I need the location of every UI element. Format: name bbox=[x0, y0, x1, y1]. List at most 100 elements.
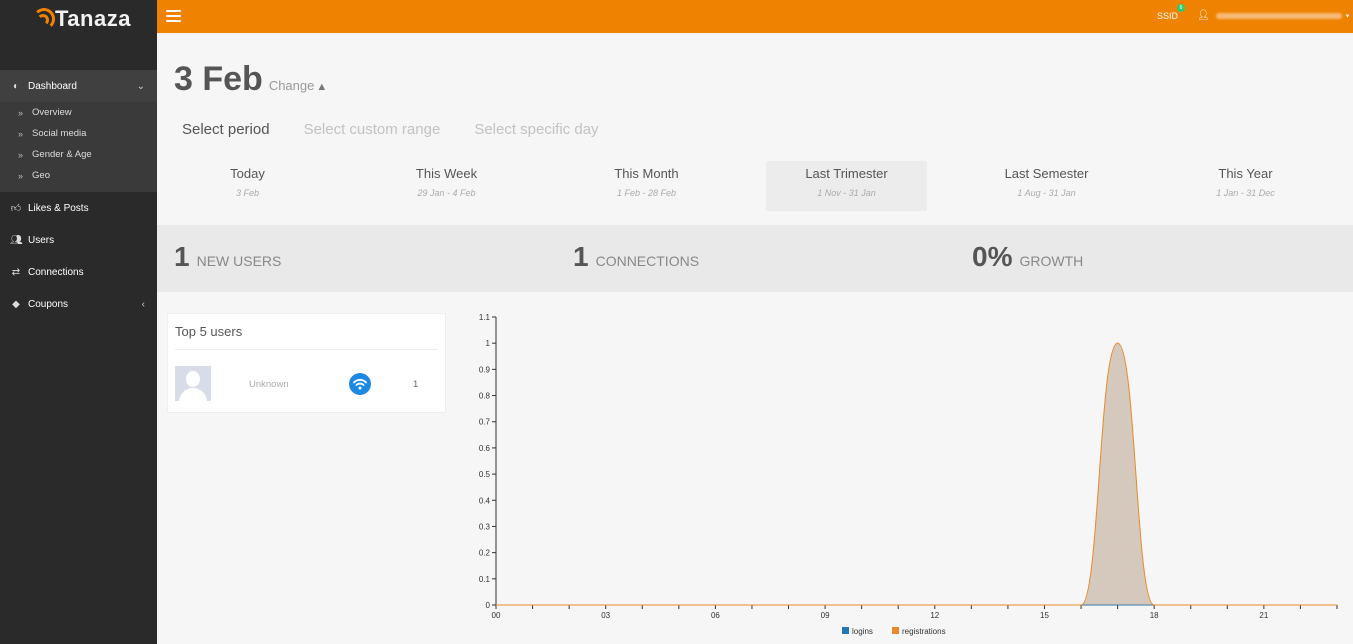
stat-label: Connections bbox=[595, 253, 700, 269]
exchange-icon: ⇄ bbox=[11, 266, 21, 278]
x-tick-label: 12 bbox=[930, 611, 939, 620]
range-label: Last Trimester bbox=[805, 166, 888, 181]
sidebar-item-label: Likes & Posts bbox=[28, 202, 89, 214]
user-email-redacted bbox=[1215, 12, 1342, 19]
y-tick-label: 1.1 bbox=[479, 313, 491, 322]
sidebar-item-connections[interactable]: ⇄ Connections bbox=[0, 256, 157, 288]
range-label: This Week bbox=[415, 166, 478, 181]
legend-swatch-logins bbox=[842, 627, 849, 634]
y-tick-label: 0.1 bbox=[479, 575, 491, 584]
range-this-month[interactable]: This Month 1 Feb - 28 Feb bbox=[566, 161, 727, 211]
range-label: Last Semester bbox=[1004, 166, 1089, 181]
range-this-week[interactable]: This Week 29 Jan - 4 Feb bbox=[366, 161, 527, 211]
avatar bbox=[175, 366, 211, 401]
range-dates: 29 Jan - 4 Feb bbox=[417, 188, 476, 198]
ssid-badge: 6 bbox=[1177, 4, 1185, 12]
stat-label: New users bbox=[196, 253, 282, 269]
y-tick-label: 1 bbox=[486, 339, 491, 348]
y-tick-label: 0.9 bbox=[479, 365, 491, 374]
sidebar-subitem-gender-age[interactable]: » Gender & Age bbox=[0, 144, 157, 165]
sidebar-subitem-label: Overview bbox=[32, 107, 72, 118]
y-tick-label: 0.6 bbox=[479, 444, 491, 453]
sidebar-item-label: Connections bbox=[28, 266, 84, 278]
chevron-up-icon: ▲ bbox=[316, 81, 328, 93]
period-options: Today 3 Feb This Week 29 Jan - 4 Feb Thi… bbox=[167, 161, 1347, 211]
stat-value: 1 bbox=[174, 241, 190, 272]
sidebar-item-coupons[interactable]: ◆ Coupons ‹ bbox=[0, 288, 157, 320]
range-dates: 1 Feb - 28 Feb bbox=[616, 188, 677, 198]
period-tabs: Select period Select custom range Select… bbox=[182, 121, 633, 138]
stat-new-users: 1 New users bbox=[174, 241, 281, 273]
series-area-registrations bbox=[496, 343, 1337, 605]
ssid-selector[interactable]: SSID bbox=[1157, 11, 1178, 21]
x-tick-label: 18 bbox=[1150, 611, 1159, 620]
sidebar-item-users[interactable]: 👥︎ Users bbox=[0, 224, 157, 256]
range-dates: 1 Nov - 31 Jan bbox=[817, 188, 876, 198]
x-tick-label: 03 bbox=[601, 611, 610, 620]
sidebar-subitem-label: Geo bbox=[32, 170, 50, 181]
chevron-down-icon: ⌄ bbox=[136, 80, 145, 92]
table-row[interactable]: Unknown 1 bbox=[175, 366, 440, 401]
y-tick-label: 0.5 bbox=[479, 470, 491, 479]
y-tick-label: 0.4 bbox=[479, 496, 491, 505]
sidebar-item-likes-posts[interactable]: 👍︎ Likes & Posts bbox=[0, 192, 157, 224]
stat-growth: 0% Growth bbox=[972, 241, 1083, 273]
range-label: This Year bbox=[1218, 166, 1273, 181]
user-name: Unknown bbox=[249, 379, 289, 390]
legend-label-logins: logins bbox=[852, 627, 873, 636]
divider bbox=[175, 349, 438, 350]
dashboard-submenu: » Overview » Social media » Gender & Age » G… bbox=[0, 102, 157, 192]
sidebar-subitem-geo[interactable]: » Geo bbox=[0, 165, 157, 186]
users-icon: 👥︎ bbox=[10, 234, 23, 246]
tag-icon: ◆ bbox=[12, 298, 20, 310]
range-this-year[interactable]: This Year 1 Jan - 31 Dec bbox=[1165, 161, 1326, 211]
range-dates: 1 Aug - 31 Jan bbox=[1017, 188, 1076, 198]
y-tick-label: 0 bbox=[486, 601, 491, 610]
sidebar-item-label: Coupons bbox=[28, 298, 69, 310]
y-tick-label: 0.8 bbox=[479, 392, 491, 401]
double-chevron-right-icon: » bbox=[18, 107, 24, 118]
y-tick-label: 0.2 bbox=[479, 549, 491, 558]
range-label: This Month bbox=[614, 166, 679, 181]
y-tick-label: 0.7 bbox=[479, 418, 491, 427]
range-last-semester[interactable]: Last Semester 1 Aug - 31 Jan bbox=[966, 161, 1127, 211]
panel-title: Top 5 users bbox=[175, 324, 243, 339]
tab-select-specific-day[interactable]: Select specific day bbox=[474, 121, 598, 138]
sidebar-item-label: Dashboard bbox=[28, 80, 77, 92]
range-dates: 3 Feb bbox=[235, 188, 259, 198]
double-chevron-right-icon: » bbox=[18, 170, 24, 181]
range-today[interactable]: Today 3 Feb bbox=[167, 161, 328, 211]
stat-value: 1 bbox=[573, 241, 589, 272]
dashboard-group: ◐ Dashboard ⌄ » Overview » Social media » G… bbox=[0, 70, 157, 192]
tanaza-logo[interactable]: Tanaza bbox=[0, 0, 157, 70]
date-header: 3 Feb Change ▲ bbox=[174, 60, 327, 99]
change-label: Change bbox=[268, 78, 315, 93]
x-tick-label: 06 bbox=[711, 611, 720, 620]
sidebar-item-label: Users bbox=[28, 234, 55, 246]
chart-svg: 0 0.1 0.2 0.3 0.4 0.5 0.6 0.7 0.8 0.9 1 1.1 00 03 06 09… bbox=[479, 313, 1338, 636]
x-tick-label: 09 bbox=[821, 611, 830, 620]
tab-select-custom-range[interactable]: Select custom range bbox=[304, 121, 441, 138]
sidebar-subitem-overview[interactable]: » Overview bbox=[0, 102, 157, 123]
sidebar-subitem-label: Gender & Age bbox=[32, 149, 92, 160]
sidebar-item-dashboard[interactable]: ◐ Dashboard ⌄ bbox=[0, 70, 157, 102]
change-date-button[interactable]: Change ▲ bbox=[269, 78, 327, 93]
sidebar-subitem-social-media[interactable]: » Social media bbox=[0, 123, 157, 144]
chevron-left-icon: ‹ bbox=[141, 298, 145, 310]
stat-connections: 1 Connections bbox=[573, 241, 699, 273]
menu-toggle-icon[interactable] bbox=[166, 10, 181, 22]
page-title: 3 Feb bbox=[174, 60, 263, 98]
legend-label-registrations: registrations bbox=[902, 627, 946, 636]
user-icon: 👤︎ bbox=[1197, 10, 1210, 21]
tab-select-period[interactable]: Select period bbox=[182, 121, 270, 138]
x-tick-label: 00 bbox=[492, 611, 501, 620]
user-menu[interactable]: 👤︎ ▾ bbox=[1197, 10, 1349, 21]
range-label: Today bbox=[230, 166, 265, 181]
top-users-panel: Top 5 users Unknown 1 bbox=[167, 313, 446, 413]
range-dates: 1 Jan - 31 Dec bbox=[1216, 188, 1275, 198]
connections-chart: 0 0.1 0.2 0.3 0.4 0.5 0.6 0.7 0.8 0.9 1 1.1 00 03 06 09… bbox=[467, 309, 1353, 644]
range-last-trimester[interactable]: Last Trimester 1 Nov - 31 Jan bbox=[766, 161, 927, 211]
x-tick-label: 15 bbox=[1040, 611, 1049, 620]
stat-value: 0% bbox=[972, 241, 1013, 272]
x-tick-label: 21 bbox=[1259, 611, 1268, 620]
